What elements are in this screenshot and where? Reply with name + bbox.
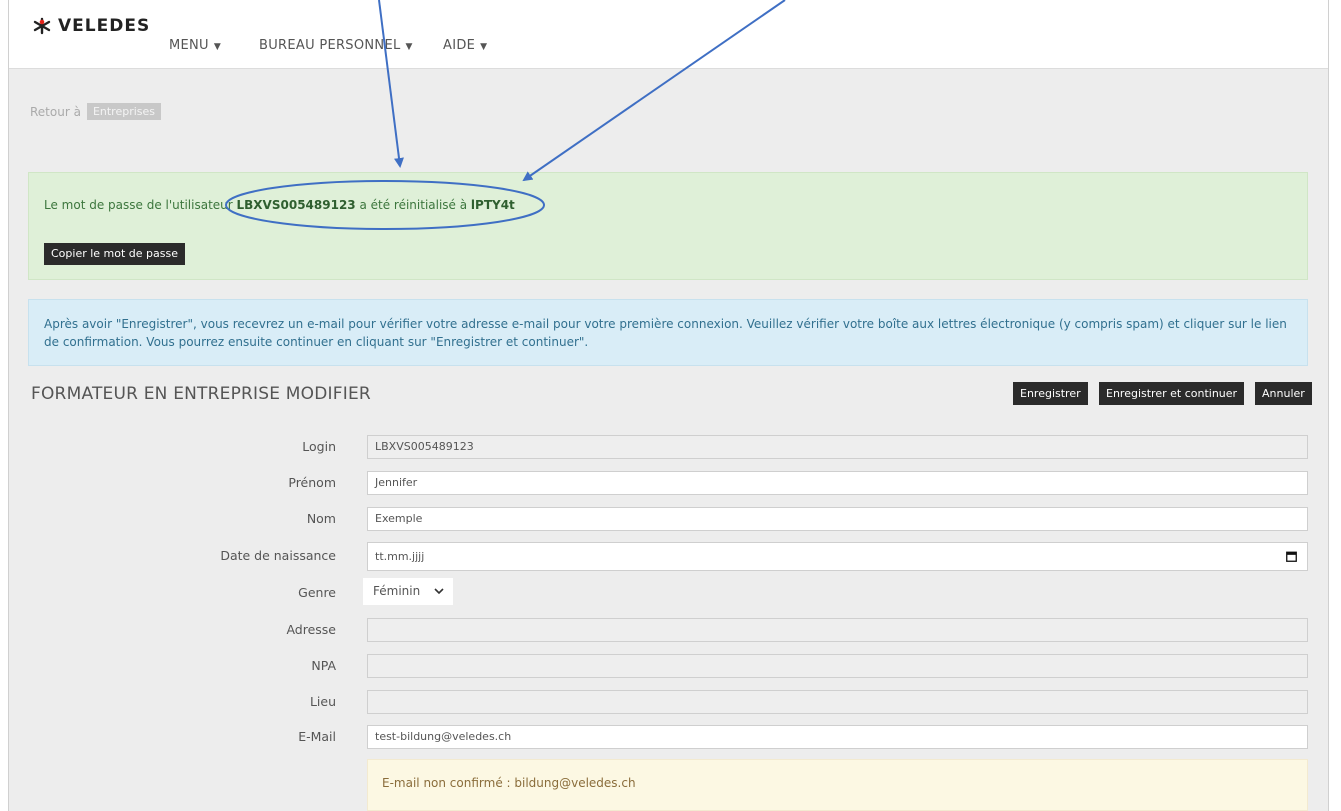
save-continue-button[interactable]: Enregistrer et continuer: [1099, 382, 1245, 405]
password-reset-alert: Le mot de passe de l'utilisateur LBXVS00…: [28, 172, 1308, 280]
last-name-label: Nom: [306, 511, 336, 526]
breadcrumb-link-entreprises[interactable]: Entreprises: [86, 103, 162, 120]
veledes-logo-icon: [33, 17, 51, 35]
email-unconfirmed-warning: E-mail non confirmé : bildung@veledes.ch: [367, 759, 1308, 811]
login-label: Login: [302, 439, 336, 454]
nav-menu[interactable]: MENU ▼: [169, 38, 221, 53]
first-name-field[interactable]: Jennifer: [367, 471, 1308, 495]
reset-username: LBXVS005489123: [236, 198, 356, 212]
email-verification-info: Après avoir "Enregistrer", vous recevrez…: [28, 299, 1308, 366]
birthdate-placeholder: tt.mm.jjjj: [375, 550, 425, 563]
nav-aide[interactable]: AIDE ▼: [443, 38, 487, 53]
address-label: Adresse: [286, 622, 336, 637]
message-text-before: Le mot de passe de l'utilisateur: [44, 198, 237, 212]
email-label: E-Mail: [298, 729, 336, 744]
app-window: VELEDES MENU ▼ BUREAU PERSONNEL ▼ AIDE ▼ Re…: [8, 0, 1329, 811]
nav-bureau-personnel[interactable]: BUREAU PERSONNEL ▼: [259, 38, 413, 53]
password-reset-message: Le mot de passe de l'utilisateur LBXVS00…: [44, 198, 515, 212]
breadcrumb-prefix: Retour à: [30, 104, 81, 119]
chevron-down-icon: [434, 588, 444, 595]
nav-menu-label: MENU: [169, 38, 209, 53]
city-label: Lieu: [309, 694, 336, 709]
zip-field: [367, 654, 1308, 678]
breadcrumb: Retour à Entreprises: [30, 103, 162, 120]
logo[interactable]: VELEDES: [31, 16, 150, 36]
last-name-field[interactable]: Exemple: [367, 507, 1308, 531]
message-text-middle: a été réinitialisé à: [355, 198, 471, 212]
city-field: [367, 690, 1308, 714]
nav-bureau-personnel-label: BUREAU PERSONNEL: [259, 38, 401, 53]
birthdate-label: Date de naissance: [220, 548, 336, 563]
login-field: LBXVS005489123: [367, 435, 1308, 459]
email-field[interactable]: test-bildung@veledes.ch: [367, 725, 1308, 749]
nav-aide-label: AIDE: [443, 38, 476, 53]
gender-select[interactable]: Féminin: [363, 578, 453, 605]
gender-select-value: Féminin: [373, 584, 421, 598]
cancel-button[interactable]: Annuler: [1255, 382, 1312, 405]
first-name-label: Prénom: [288, 475, 336, 490]
birthdate-field[interactable]: tt.mm.jjjj: [367, 542, 1308, 571]
new-password: lPTY4t: [470, 198, 515, 212]
calendar-icon[interactable]: [1286, 551, 1297, 562]
address-field: [367, 618, 1308, 642]
save-button[interactable]: Enregistrer: [1013, 382, 1088, 405]
caret-down-icon: ▼: [405, 42, 413, 52]
caret-down-icon: ▼: [213, 42, 222, 52]
top-navbar: VELEDES MENU ▼ BUREAU PERSONNEL ▼ AIDE ▼: [9, 0, 1328, 69]
page-title: FORMATEUR EN ENTREPRISE MODIFIER: [31, 384, 371, 404]
caret-down-icon: ▼: [480, 42, 488, 52]
logo-text: VELEDES: [58, 16, 151, 36]
gender-label: Genre: [298, 585, 336, 600]
copy-password-button[interactable]: Copier le mot de passe: [44, 243, 186, 265]
zip-label: NPA: [311, 658, 336, 673]
